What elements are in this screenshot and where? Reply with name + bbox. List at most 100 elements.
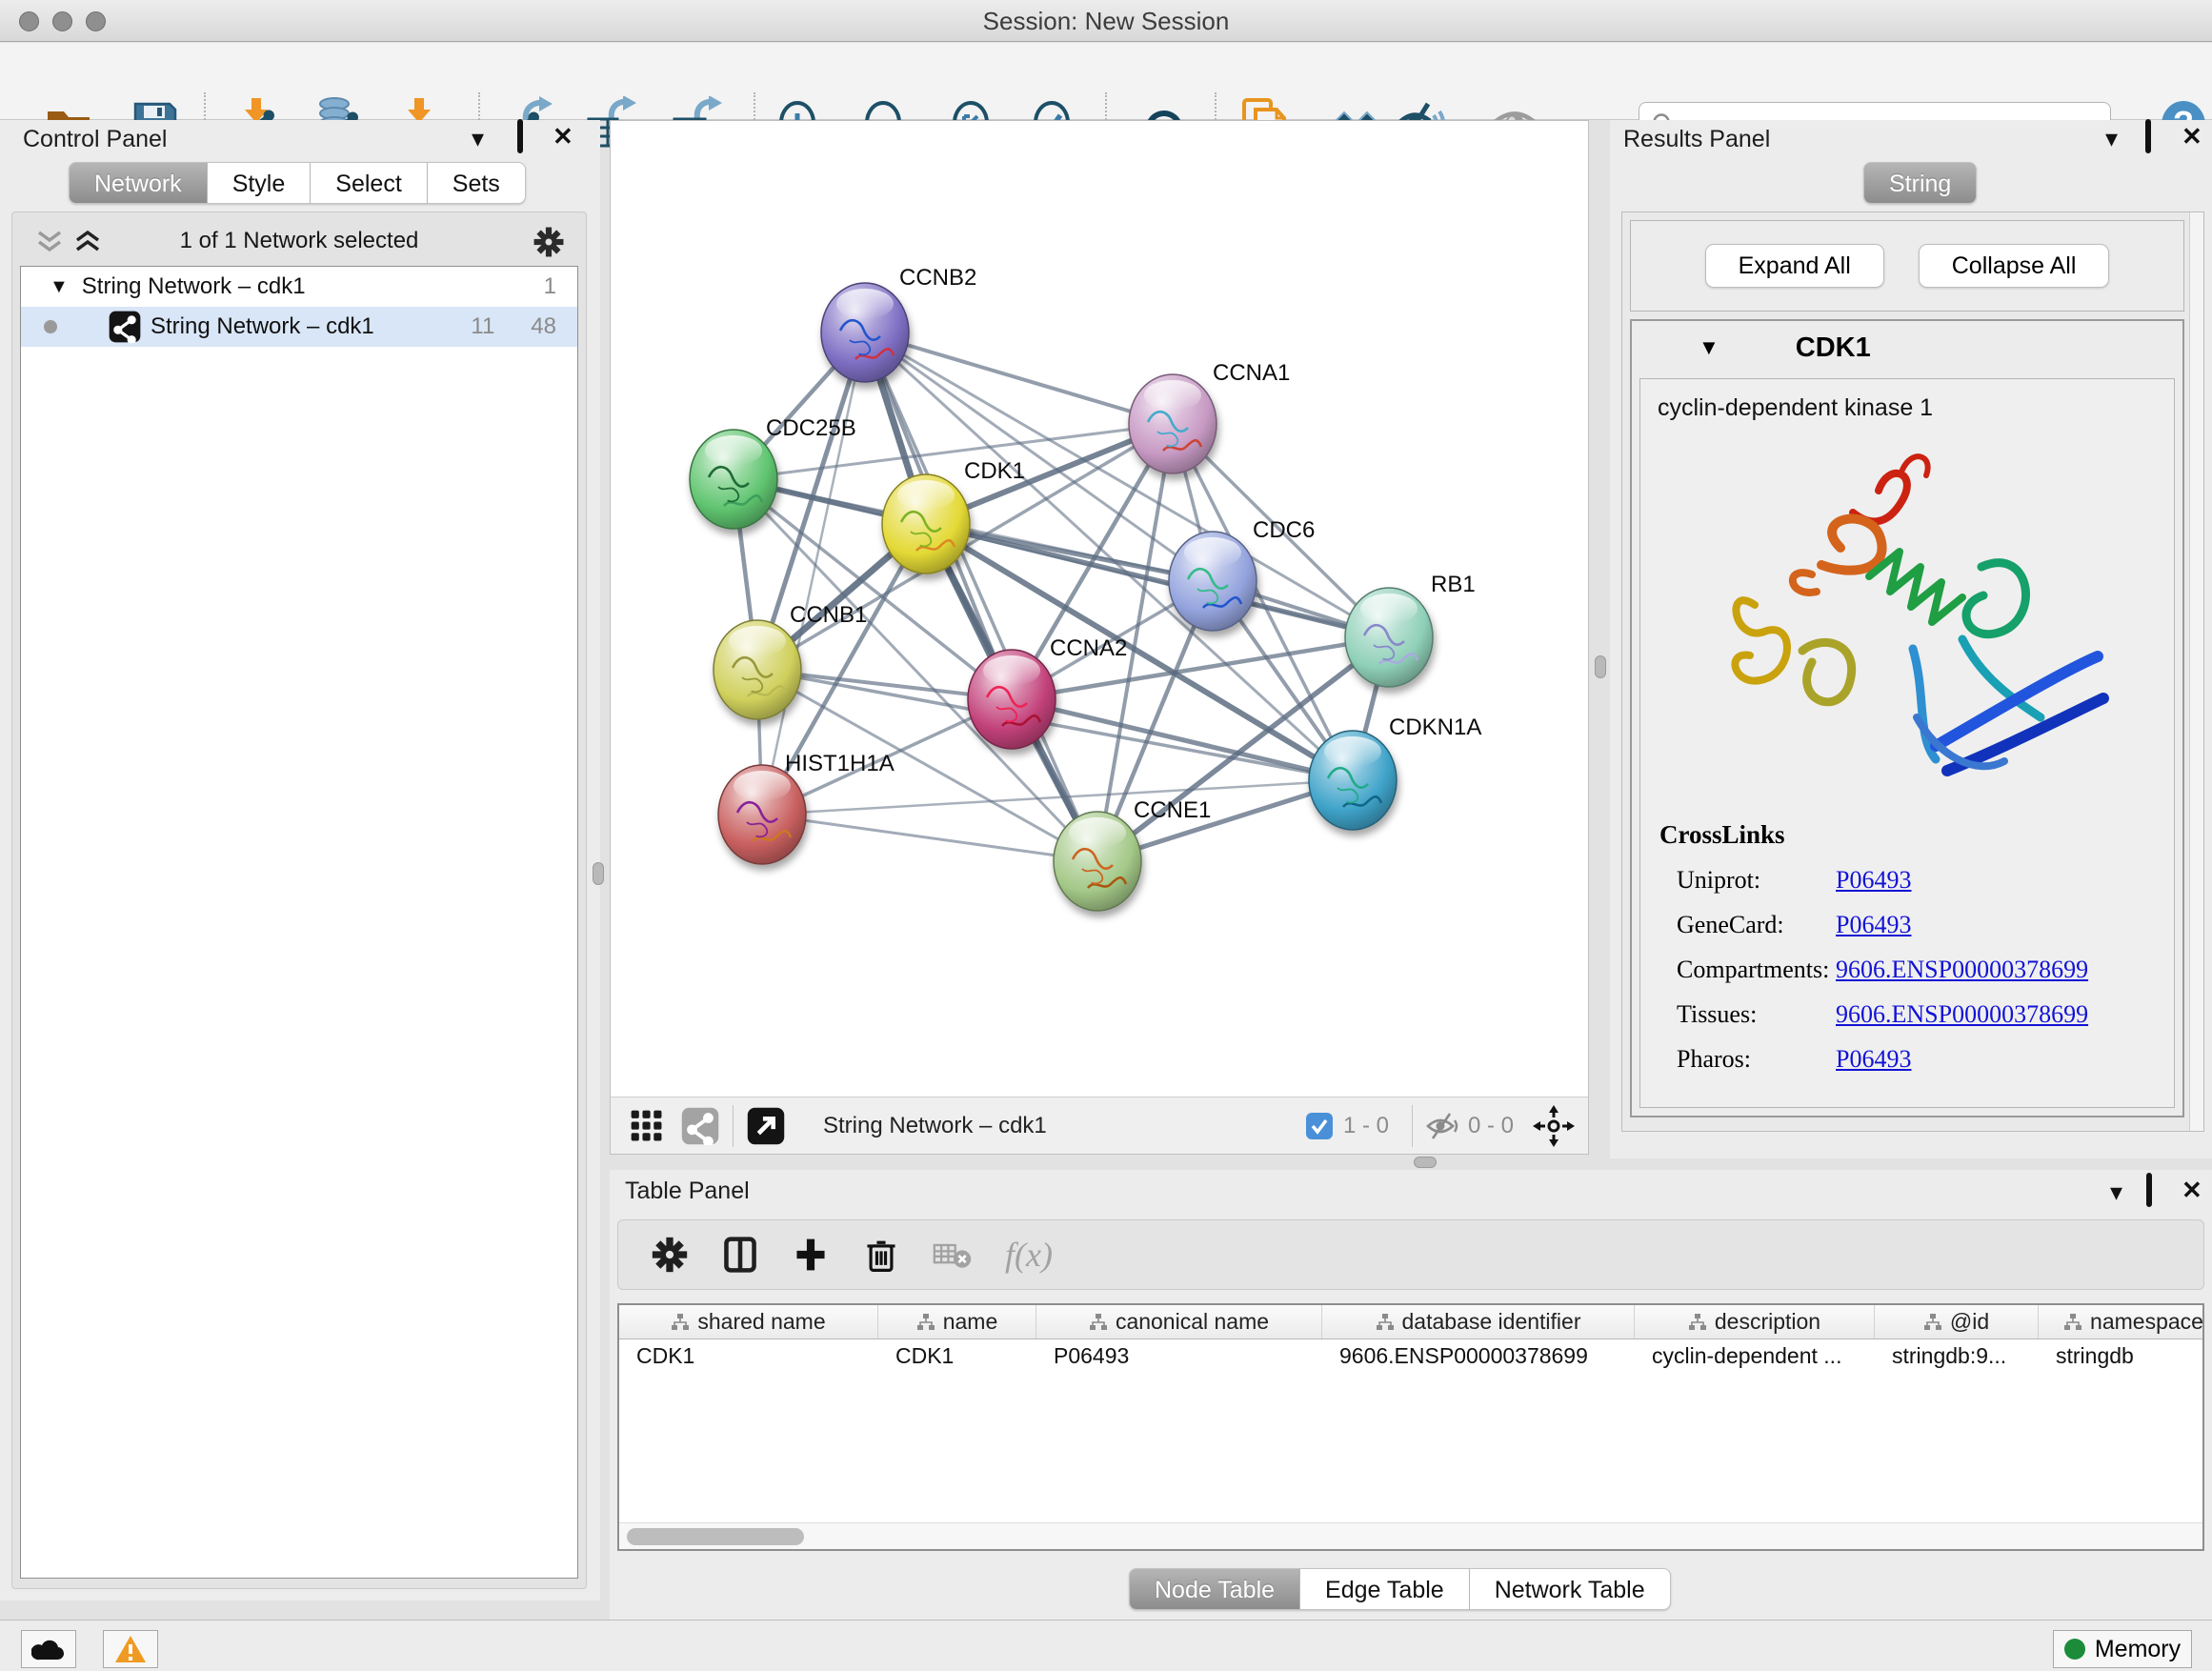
network-node-count: 11 (471, 313, 494, 340)
network-node-CCNA1[interactable]: CCNA1 (1129, 360, 1290, 473)
tab-sets[interactable]: Sets (428, 162, 526, 204)
tab-style[interactable]: Style (208, 162, 312, 204)
column-type-icon (2063, 1313, 2082, 1332)
memory-button[interactable]: Memory (2053, 1630, 2192, 1668)
table-horizontal-scrollbar[interactable] (619, 1522, 2202, 1549)
network-type-icon (109, 311, 141, 343)
network-canvas[interactable]: CCNB2CCNA1CDC25BCDK1CDC6RB1CCNB1CCNA2CDK… (611, 121, 1588, 1097)
column-header-name[interactable]: name (878, 1305, 1036, 1339)
title-bar: Session: New Session (0, 0, 2212, 42)
column-header-description[interactable]: description (1635, 1305, 1875, 1339)
network-node-CCNB2[interactable]: CCNB2 (821, 265, 976, 382)
show-columns-icon[interactable] (721, 1236, 759, 1274)
results-panel-menu-icon[interactable]: ▾ (2105, 122, 2118, 154)
cloud-status-button[interactable] (21, 1630, 76, 1668)
entry-expander-icon[interactable]: ▼ (1699, 335, 1719, 360)
table-row[interactable]: CDK1CDK1P064939606.ENSP00000378699cyclin… (619, 1339, 2202, 1372)
table-panel-close-icon[interactable]: ✕ (2182, 1174, 2202, 1206)
window-zoom-button[interactable] (86, 11, 106, 31)
window-close-button[interactable] (19, 11, 39, 31)
column-header-canonical-name[interactable]: canonical name (1036, 1305, 1322, 1339)
network-edge-CCNB2-HIST1H1A[interactable] (762, 332, 865, 815)
crosslink-row: Uniprot:P06493 (1659, 866, 2174, 895)
crosslink-link[interactable]: P06493 (1836, 866, 1911, 895)
crosslink-link[interactable]: 9606.ENSP00000378699 (1836, 1000, 2088, 1029)
tab-select[interactable]: Select (311, 162, 427, 204)
control-panel-close-icon[interactable]: ✕ (553, 120, 573, 152)
gear-icon[interactable] (533, 226, 565, 258)
tab-edge-table[interactable]: Edge Table (1300, 1568, 1470, 1610)
scrollbar-thumb[interactable] (627, 1528, 804, 1545)
control-panel-float-icon[interactable] (517, 120, 523, 152)
crosslink-label: Tissues: (1659, 1000, 1836, 1029)
selected-checkbox-icon[interactable] (1305, 1112, 1334, 1140)
cloud-icon (31, 1637, 66, 1661)
table-toolbar: f(x) (617, 1219, 2204, 1290)
crosslink-link[interactable]: P06493 (1836, 911, 1911, 939)
network-collection-row[interactable]: ▼ String Network – cdk1 1 (21, 267, 577, 307)
crosslink-link[interactable]: P06493 (1836, 1045, 1911, 1074)
tab-node-table[interactable]: Node Table (1129, 1568, 1300, 1610)
results-panel-title: Results Panel (1623, 126, 1770, 152)
collection-count: 1 (544, 273, 556, 300)
network-node-CCNB1[interactable]: CCNB1 (714, 602, 867, 719)
network-node-CDK1[interactable]: CDK1 (882, 458, 1025, 574)
table-gear-icon[interactable] (651, 1236, 689, 1274)
table-cell: stringdb (2039, 1343, 2204, 1369)
function-builder-icon: f(x) (1005, 1235, 1053, 1275)
expand-all-button[interactable]: Expand All (1705, 244, 1884, 288)
tab-string[interactable]: String (1863, 162, 1977, 204)
warning-icon (114, 1635, 147, 1663)
tab-network[interactable]: Network (69, 162, 208, 204)
column-type-icon (1376, 1313, 1395, 1332)
table-cell: CDK1 (619, 1343, 878, 1369)
window-minimize-button[interactable] (52, 11, 72, 31)
column-header--id[interactable]: @id (1875, 1305, 2039, 1339)
results-panel-float-icon[interactable] (2145, 120, 2151, 152)
birds-eye-view-icon[interactable] (1533, 1105, 1575, 1147)
splitter-handle-left[interactable] (593, 862, 604, 885)
collection-expander-icon[interactable]: ▼ (50, 276, 69, 298)
tab-network-table[interactable]: Network Table (1470, 1568, 1671, 1610)
collapse-all-button[interactable]: Collapse All (1919, 244, 2110, 288)
table-cell: stringdb:9... (1875, 1343, 2039, 1369)
node-label-CCNE1: CCNE1 (1134, 797, 1211, 823)
toolbar-separator (733, 1105, 734, 1147)
network-row[interactable]: String Network – cdk1 11 48 (21, 307, 577, 347)
delete-table-icon-disabled (933, 1238, 973, 1272)
add-column-icon[interactable] (792, 1236, 830, 1274)
table-cell: 9606.ENSP00000378699 (1322, 1343, 1635, 1369)
node-label-CDC6: CDC6 (1253, 517, 1315, 543)
crosslink-row: Compartments:9606.ENSP00000378699 (1659, 956, 2174, 984)
network-edge-CCNB2-CCNE1[interactable] (865, 332, 1097, 861)
column-type-icon (916, 1313, 935, 1332)
splitter-handle-right[interactable] (1595, 655, 1606, 678)
grid-view-icon[interactable] (628, 1107, 666, 1145)
table-panel-menu-icon[interactable]: ▾ (2110, 1176, 2122, 1208)
network-node-CDKN1A[interactable]: CDKN1A (1309, 715, 1481, 830)
crosslink-link[interactable]: 9606.ENSP00000378699 (1836, 956, 2088, 984)
network-edge-CCNA2-CDKN1A[interactable] (1012, 699, 1353, 780)
column-type-icon (1688, 1313, 1707, 1332)
splitter-handle-bottom[interactable] (1414, 1157, 1437, 1168)
warnings-button[interactable] (103, 1630, 158, 1668)
open-in-window-icon[interactable] (747, 1107, 785, 1145)
network-edge-CCNB2-CCNA1[interactable] (865, 332, 1173, 424)
control-panel-menu-icon[interactable]: ▾ (472, 122, 484, 154)
column-header-namespace[interactable]: namespace (2039, 1305, 2204, 1339)
network-selected-status: 1 of 1 Network selected (12, 228, 586, 254)
crosslink-label: Uniprot: (1659, 866, 1836, 895)
table-panel-float-icon[interactable] (2146, 1174, 2152, 1206)
node-label-CDK1: CDK1 (964, 458, 1025, 484)
results-panel-close-icon[interactable]: ✕ (2182, 120, 2202, 152)
string-results-container: Expand All Collapse All ▼ CDK1 cyclin-de… (1621, 211, 2204, 1132)
network-node-RB1[interactable]: RB1 (1345, 572, 1476, 687)
crosslink-row: Tissues:9606.ENSP00000378699 (1659, 1000, 2174, 1029)
network-edge-count: 48 (531, 313, 556, 340)
column-header-database-identifier[interactable]: database identifier (1322, 1305, 1635, 1339)
results-scrollbar[interactable] (2189, 212, 2203, 1131)
network-badge-icon[interactable] (681, 1107, 719, 1145)
delete-column-icon[interactable] (862, 1236, 900, 1274)
network-edge-HIST1H1A-CCNE1[interactable] (762, 815, 1097, 861)
column-header-shared-name[interactable]: shared name (619, 1305, 878, 1339)
